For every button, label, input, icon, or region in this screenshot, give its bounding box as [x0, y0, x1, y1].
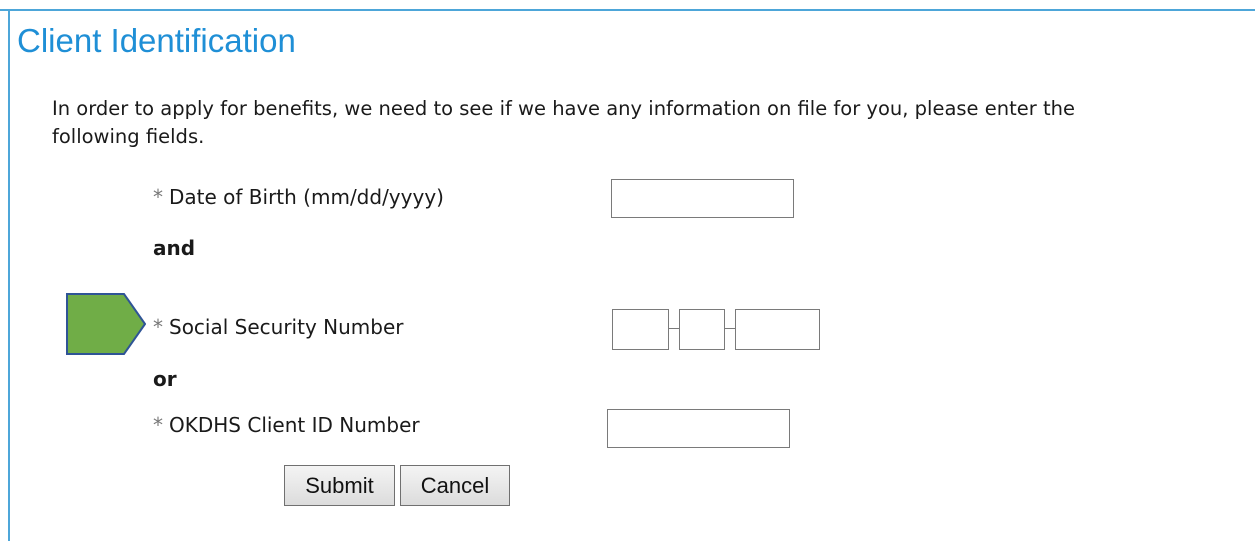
- or-text: or: [153, 367, 177, 391]
- intro-text: In order to apply for benefits, we need …: [52, 95, 1255, 151]
- and-text: and: [153, 236, 196, 260]
- ssn-part1-input[interactable]: [612, 309, 669, 350]
- ssn-separator: [669, 328, 679, 329]
- required-marker: *: [153, 315, 163, 339]
- ssn-part3-input[interactable]: [735, 309, 820, 350]
- dob-label-row: * Date of Birth (mm/dd/yyyy): [153, 185, 444, 209]
- ssn-separator: [725, 328, 735, 329]
- cancel-button[interactable]: Cancel: [400, 465, 510, 506]
- intro-line-1: In order to apply for benefits, we need …: [52, 97, 1075, 120]
- required-marker: *: [153, 185, 163, 209]
- dob-input[interactable]: [611, 179, 794, 218]
- panel-border-left: [8, 9, 10, 541]
- client-id-label: OKDHS Client ID Number: [169, 413, 420, 437]
- intro-line-2: following fields.: [52, 125, 205, 148]
- ssn-label-row: * Social Security Number: [153, 315, 403, 339]
- panel-border-top: [0, 9, 1255, 11]
- required-marker: *: [153, 413, 163, 437]
- client-id-label-row: * OKDHS Client ID Number: [153, 413, 420, 437]
- pointer-arrow-icon: [66, 293, 146, 355]
- dob-label: Date of Birth (mm/dd/yyyy): [169, 185, 444, 209]
- submit-button[interactable]: Submit: [284, 465, 395, 506]
- ssn-part2-input[interactable]: [679, 309, 725, 350]
- page-title: Client Identification: [17, 22, 296, 59]
- client-id-input[interactable]: [607, 409, 790, 448]
- ssn-label: Social Security Number: [169, 315, 404, 339]
